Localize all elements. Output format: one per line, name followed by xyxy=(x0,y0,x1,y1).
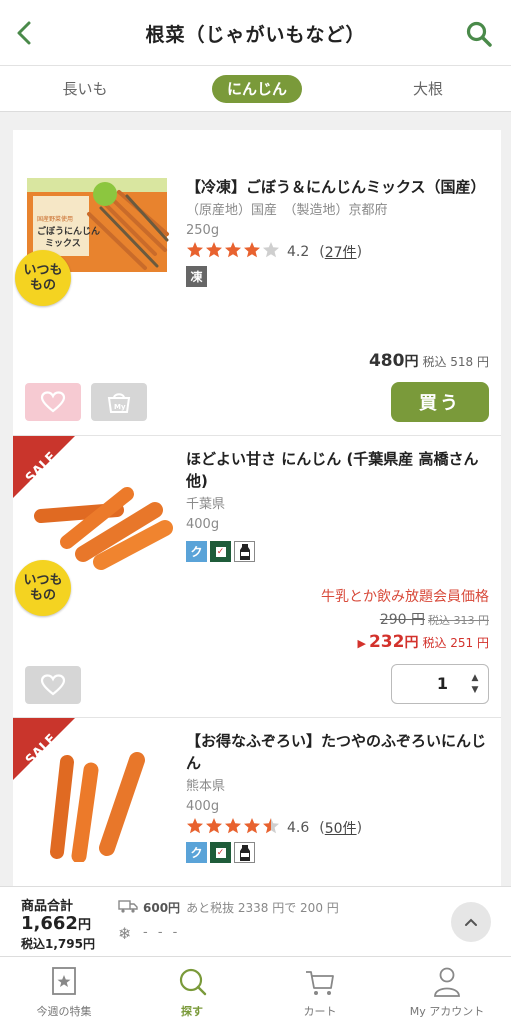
quantity-value[interactable]: 1 xyxy=(392,665,462,703)
rating-value: 4.6 xyxy=(287,820,310,836)
tab-nagaimo[interactable]: 長いも xyxy=(45,75,125,103)
my-list-button[interactable]: My xyxy=(91,383,147,421)
review-count-link[interactable]: 27件 xyxy=(325,242,357,262)
product-weight: 400g xyxy=(186,799,220,814)
search-icon xyxy=(179,968,207,996)
product-origin: 千葉県 xyxy=(186,497,226,512)
old-price: 290 円税込 313 円 xyxy=(379,612,489,628)
app-header: 根菜（じゃがいもなど） xyxy=(0,0,511,66)
star-icon xyxy=(244,242,260,258)
check-badge: ✓ xyxy=(210,842,231,863)
svg-text:ごぼうにんじん: ごぼうにんじん xyxy=(37,225,100,237)
cart-total-tax: 税込1,795円 xyxy=(21,937,95,951)
star-icon xyxy=(263,818,279,834)
nav-search[interactable]: 探す xyxy=(128,957,256,1024)
star-icon xyxy=(225,242,241,258)
k-badge: ク xyxy=(186,842,207,863)
stepper-arrows-icon[interactable]: ▲ ▼ xyxy=(468,672,482,696)
buy-button[interactable]: 買う xyxy=(391,382,489,422)
star-icon xyxy=(187,818,203,834)
bottom-nav: 今週の特集 探す カート My アカウント xyxy=(0,956,511,1024)
favorite-heart-button[interactable] xyxy=(25,383,81,421)
star-icon xyxy=(206,242,222,258)
nav-cart[interactable]: カート xyxy=(256,957,384,1024)
price: 480円 税込 518 円 xyxy=(368,351,489,371)
check-badge: ✓ xyxy=(210,541,231,562)
category-tabs: 長いも にんじん 大根 xyxy=(0,66,511,112)
svg-text:ミックス: ミックス xyxy=(45,238,81,249)
product-image-fuzoroi-carrots[interactable] xyxy=(27,752,173,864)
rating-value: 4.2 xyxy=(287,244,310,260)
svg-text:My: My xyxy=(114,403,126,411)
milk-icon xyxy=(234,541,255,562)
milk-icon xyxy=(234,842,255,863)
expand-summary-button[interactable] xyxy=(451,902,491,942)
quantity-stepper[interactable]: 1 ▲ ▼ xyxy=(391,664,489,704)
search-icon[interactable] xyxy=(465,20,493,48)
product-origin: （原産地）国産 （製造地）京都府 xyxy=(186,203,388,218)
frozen-badge: 凍 xyxy=(186,266,207,287)
heart-icon xyxy=(40,674,66,696)
heart-icon xyxy=(40,391,66,413)
product-weight: 250g xyxy=(186,223,220,238)
cart-total: 1,662円 xyxy=(21,913,91,934)
star-icon xyxy=(263,242,279,258)
star-calendar-icon xyxy=(52,967,76,995)
nav-weekly-feature[interactable]: 今週の特集 xyxy=(0,957,128,1024)
cart-icon xyxy=(306,971,334,995)
person-icon xyxy=(434,967,460,997)
snowflake-icon: ❄ xyxy=(118,924,132,943)
page-title: 根菜（じゃがいもなど） xyxy=(145,24,366,46)
tab-daikon[interactable]: 大根 xyxy=(388,75,468,103)
product-weight: 400g xyxy=(186,517,220,532)
favorite-heart-button[interactable] xyxy=(25,666,81,704)
star-icon xyxy=(187,242,203,258)
truck-icon xyxy=(118,900,138,913)
nav-my-account[interactable]: My アカウント xyxy=(383,957,511,1024)
rating-stars: 4.6 (50件) xyxy=(186,817,491,839)
tab-ninjin[interactable]: にんじん xyxy=(212,75,302,103)
sale-price: ▶ 232円 税込 251 円 xyxy=(357,632,489,652)
shipping-info: 600円 あと税抜 2338 円で 200 円 xyxy=(143,901,339,915)
cart-summary-bar[interactable]: 商品合計 1,662円 税込1,795円 600円 あと税抜 2338 円で 20… xyxy=(0,886,511,956)
star-icon xyxy=(225,818,241,834)
product-name[interactable]: 【冷凍】ごぼう＆にんじんミックス（国産） xyxy=(186,176,491,198)
cart-total-label: 商品合計 xyxy=(21,899,74,914)
product-name[interactable]: ほどよい甘さ にんじん (千葉県産 高橋さん他) xyxy=(186,448,491,492)
tax-price: 税込 518 円 xyxy=(422,355,489,369)
rating-stars: 4.2 (27件) xyxy=(186,241,491,263)
product-card[interactable]: SALE 【お得なふぞろい】たつやのふぞろいにんじん 熊本県 400g 4.6 … xyxy=(13,717,501,886)
product-origin: 熊本県 xyxy=(186,779,226,794)
k-badge: ク xyxy=(186,541,207,562)
product-name[interactable]: 【お得なふぞろい】たつやのふぞろいにんじん xyxy=(186,730,491,774)
itsumo-badge: いつも もの xyxy=(15,560,71,616)
chevron-up-icon xyxy=(465,918,477,926)
my-basket-icon: My xyxy=(107,393,131,413)
svg-text:国産野菜使用: 国産野菜使用 xyxy=(37,215,73,223)
member-price-promo: 牛乳とか飲み放題会員価格 xyxy=(321,589,489,605)
star-icon xyxy=(244,818,260,834)
product-card[interactable]: ごぼうにんじん ミックス 国産野菜使用 いつも もの 【冷凍】ごぼう＆にんじんミッ… xyxy=(13,130,501,435)
review-count-link[interactable]: 50件 xyxy=(325,818,357,838)
itsumo-badge: いつも もの xyxy=(15,250,71,306)
star-icon xyxy=(206,818,222,834)
product-card[interactable]: SALE いつも もの ほどよい甘さ にんじん (千葉県産 高橋さん他) 千葉県 … xyxy=(13,435,501,717)
back-chevron-icon[interactable] xyxy=(12,20,38,46)
frozen-status: - - - xyxy=(143,925,181,940)
product-list: ごぼうにんじん ミックス 国産野菜使用 いつも もの 【冷凍】ごぼう＆にんじんミッ… xyxy=(13,130,501,886)
